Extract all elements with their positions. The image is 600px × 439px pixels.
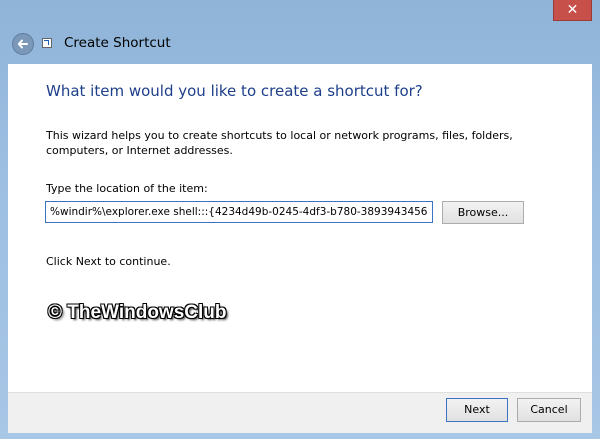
continue-instruction: Click Next to continue. bbox=[46, 255, 171, 268]
cancel-button[interactable]: Cancel bbox=[517, 398, 581, 422]
location-input[interactable] bbox=[45, 201, 433, 223]
wizard-content: What item would you like to create a sho… bbox=[8, 64, 592, 392]
next-button[interactable]: Next bbox=[446, 398, 508, 422]
wizard-description: This wizard helps you to create shortcut… bbox=[46, 129, 513, 157]
close-button[interactable]: ✕ bbox=[553, 0, 592, 21]
watermark: © TheWindowsClub bbox=[48, 302, 227, 323]
back-arrow-icon bbox=[17, 39, 28, 49]
window-title: Create Shortcut bbox=[64, 35, 171, 51]
shortcut-icon bbox=[42, 38, 52, 48]
page-heading: What item would you like to create a sho… bbox=[46, 82, 423, 100]
browse-button[interactable]: Browse... bbox=[442, 201, 524, 224]
location-label: Type the location of the item: bbox=[46, 182, 208, 195]
back-button[interactable] bbox=[12, 33, 34, 55]
